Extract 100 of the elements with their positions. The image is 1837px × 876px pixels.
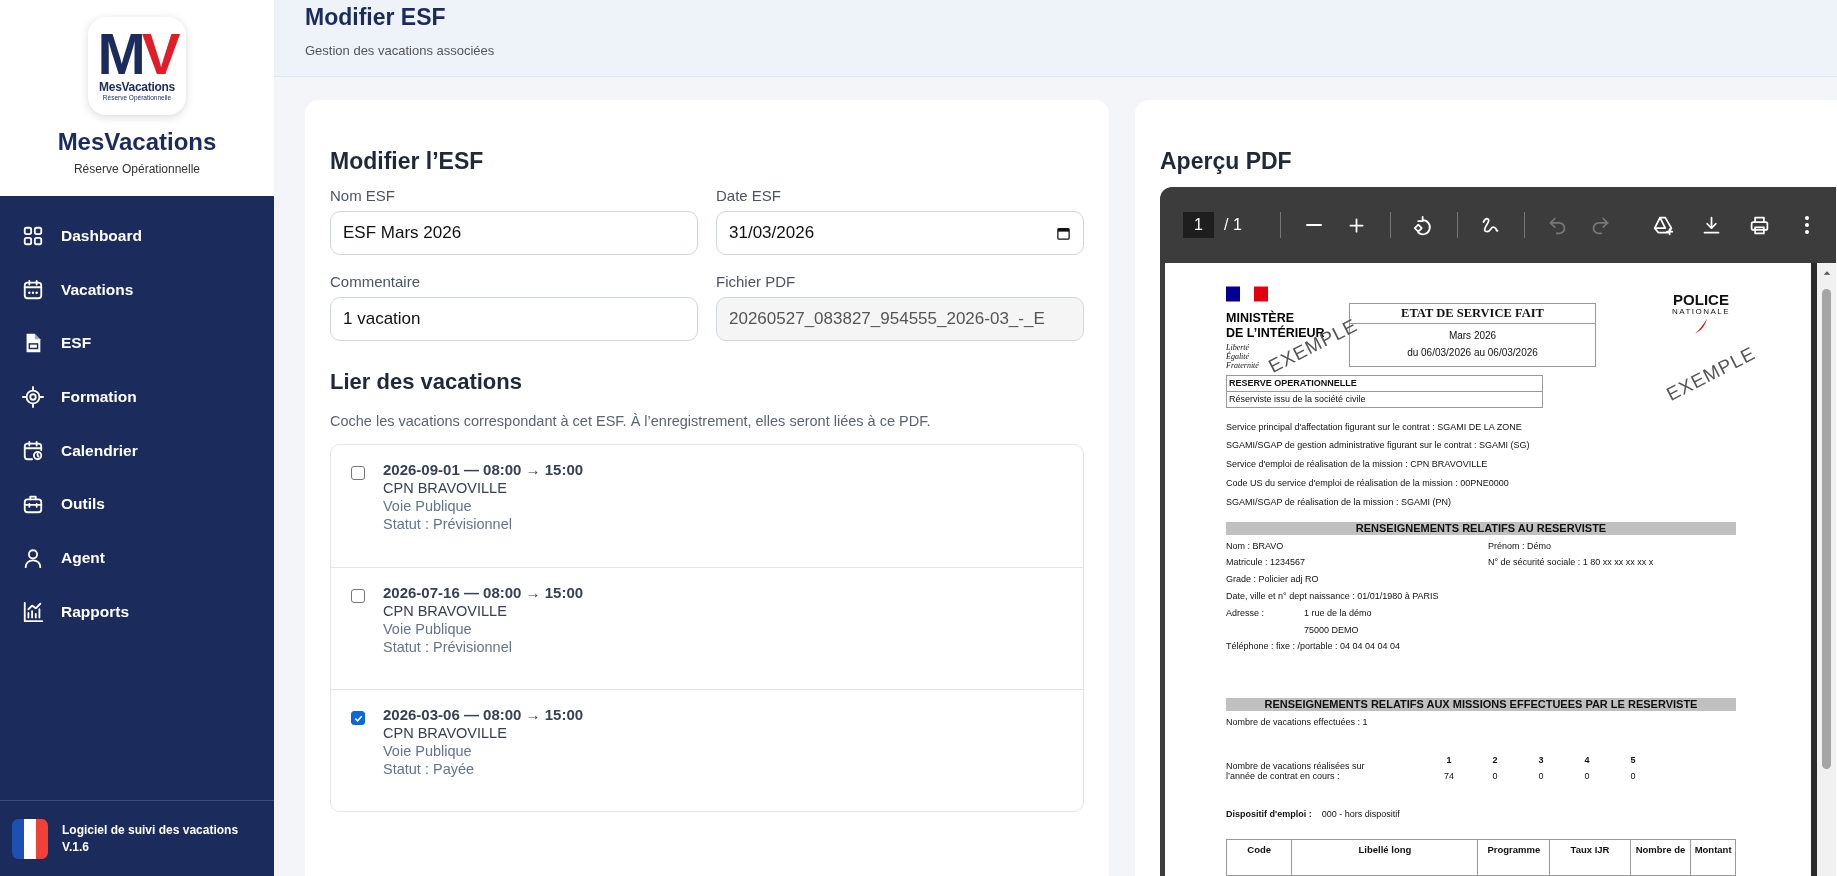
vacation-place: Voie Publique xyxy=(383,497,473,515)
address-line: 75000 DEMO xyxy=(1304,624,1360,636)
column-header: Taux IJR xyxy=(1549,839,1631,876)
document-line: Code US du service d'emploi de réalisation de la mission : 00PNE0000 xyxy=(1226,478,1510,489)
year-heading: 4 xyxy=(1584,754,1590,766)
checkbox[interactable] xyxy=(351,466,365,480)
document-line: Téléphone : fixe : /portable : 04 04 04 04 04 xyxy=(1226,641,1402,653)
target-icon xyxy=(22,385,44,408)
print-icon xyxy=(1748,214,1770,236)
document-line: Nombre de vacations effectuées : 1 xyxy=(1226,717,1369,728)
logo-letter: M xyxy=(97,27,142,80)
status-value: Réserviste issu de la société civile xyxy=(1228,392,1367,406)
section-heading: RENSEIGNEMENTS RELATIFS AUX MISSIONS EFFECTUEES PAR LE RESERVISTE xyxy=(1226,698,1736,712)
section-title: Lier des vacations xyxy=(330,369,523,395)
vacation-unit: CPN BRAVOVILLE xyxy=(383,724,508,742)
column-header: Libellé long xyxy=(1291,839,1478,876)
column-header: Montant xyxy=(1690,839,1736,876)
column-header: Code xyxy=(1226,839,1292,876)
checkbox[interactable] xyxy=(351,589,365,603)
vacation-status: Statut : Payée xyxy=(383,760,476,778)
document-line: SGAMI/SGAP de gestion administrative figurant sur le contrat : SGAMI (SG) xyxy=(1226,440,1531,452)
year-value: 0 xyxy=(1584,770,1590,782)
period-text: Mars 2026 xyxy=(1447,329,1498,343)
field-label: Date ESF xyxy=(716,187,783,204)
input-field[interactable]: ESF Mars 2026 xyxy=(330,211,698,255)
page-total: / 1 xyxy=(1224,216,1242,234)
input-field[interactable]: 1 vacation xyxy=(330,297,698,341)
triangle-plus-icon xyxy=(1652,214,1674,236)
version-label: V.1.6 xyxy=(62,838,90,856)
vacation-title: 2026-09-01 — 08:00 → 15:00 xyxy=(383,461,584,479)
column-header: Programme xyxy=(1477,839,1550,876)
year-value: 0 xyxy=(1492,770,1498,782)
address-label: Adresse : xyxy=(1226,607,1266,620)
year-value: 0 xyxy=(1630,770,1636,782)
app-subtitle: Réserve Opérationnelle xyxy=(73,162,201,176)
calendar-clock-icon xyxy=(22,439,44,462)
year-heading: 1 xyxy=(1446,754,1452,766)
page-title: Modifier ESF xyxy=(305,4,447,31)
vacation-place: Voie Publique xyxy=(383,742,473,760)
year-heading: 5 xyxy=(1630,754,1636,766)
more-icon xyxy=(1805,216,1809,234)
document-line: Nom : BRAVO xyxy=(1226,540,1285,552)
field-label: Fichier PDF xyxy=(716,273,797,290)
document-line: Grade : Policier adj RO xyxy=(1226,574,1320,585)
vacation-unit: CPN BRAVOVILLE xyxy=(383,602,508,620)
page-number-field[interactable]: 1 xyxy=(1183,212,1214,238)
checkbox[interactable] xyxy=(351,711,365,725)
flag-icon xyxy=(12,818,48,859)
sidebar-item[interactable]: Calendrier xyxy=(0,423,274,478)
address-line: 1 rue de la démo xyxy=(1304,607,1372,619)
preview-title: Aperçu PDF xyxy=(1160,148,1293,175)
scrollbar[interactable] xyxy=(1817,263,1836,876)
status-heading: RESERVE OPERATIONNELLE xyxy=(1227,376,1542,392)
vacation-place: Voie Publique xyxy=(383,620,473,638)
bar-chart-icon xyxy=(22,600,44,623)
document-line: Nombre de vacations réalisées sur xyxy=(1226,761,1366,772)
year-heading: 2 xyxy=(1492,754,1498,766)
input-field[interactable]: 20260527_083827_954555_2026-03_-_E xyxy=(716,297,1084,341)
sidebar-item[interactable]: Outils xyxy=(0,477,274,532)
vacation-title: 2026-07-16 — 08:00 → 15:00 xyxy=(383,584,584,602)
sidebar-item[interactable]: Agent xyxy=(0,531,274,585)
vacation-title: 2026-03-06 — 08:00 → 15:00 xyxy=(383,706,584,724)
field-label: Commentaire xyxy=(330,273,422,290)
document-line: Prénom : Démo xyxy=(1488,540,1553,552)
briefcase-icon xyxy=(22,493,44,516)
date-field[interactable]: 31/03/2026 xyxy=(716,211,1084,255)
footer-title: Logiciel de suivi des vacations xyxy=(62,821,239,839)
police-logo-text: POLICE xyxy=(1673,292,1729,307)
vacation-status: Statut : Prévisionnel xyxy=(383,638,513,656)
document-line: Service d'emploi de réalisation de la mission : CPN BRAVOVILLE xyxy=(1226,459,1489,470)
dispositif-value: 000 - hors dispositif xyxy=(1321,808,1400,820)
grid-icon xyxy=(22,224,44,247)
person-icon xyxy=(22,546,44,569)
calendar-icon xyxy=(22,278,44,301)
year-value: 74 xyxy=(1444,770,1454,782)
app-name: MesVacations xyxy=(57,128,217,156)
document-line: Date, ville et n° dept naissance : 01/01/1980 à PARIS xyxy=(1226,590,1440,602)
date-range: du 06/03/2026 au 06/03/2026 xyxy=(1406,346,1539,360)
police-logo-subtext: NATIONALE xyxy=(1671,307,1731,317)
sidebar-item[interactable]: Dashboard xyxy=(0,209,274,263)
vacation-status: Statut : Prévisionnel xyxy=(383,515,513,533)
document-line: l’année de contrat en cours : xyxy=(1226,771,1341,782)
hint-text: Coche les vacations correspondant à cet ESF. À l’enregistrement, elles seront liées à ce PDF. xyxy=(330,413,932,429)
document-line: N° de sécurité sociale : 1 80 xx xx xx xx x xyxy=(1488,557,1654,569)
sidebar-item[interactable]: Formation xyxy=(0,370,274,424)
vacation-unit: CPN BRAVOVILLE xyxy=(383,479,508,497)
logo-letter: V xyxy=(141,27,177,80)
year-value: 0 xyxy=(1538,770,1544,782)
scroll-up-icon xyxy=(1821,269,1832,277)
logo-name: MesVacations xyxy=(99,79,175,94)
section-heading: RENSEIGNEMENTS RELATIFS AU RESERVISTE xyxy=(1226,521,1736,535)
sidebar-item[interactable]: ESF xyxy=(0,316,274,371)
column-header: Nombre de xyxy=(1630,839,1691,876)
document-line: SGAMI/SGAP de réalisation de la mission : SGAMI (PN) xyxy=(1226,496,1452,508)
field-label: Nom ESF xyxy=(330,187,396,204)
calendar-icon xyxy=(1056,225,1071,241)
document-line: Matricule : 1234567 xyxy=(1226,557,1307,569)
sidebar-item[interactable]: Vacations xyxy=(0,262,274,317)
sidebar-item[interactable]: Rapports xyxy=(0,584,274,639)
document-line: Service principal d'affectation figurant sur le contrat : SGAMI DE LA ZONE xyxy=(1226,421,1523,433)
